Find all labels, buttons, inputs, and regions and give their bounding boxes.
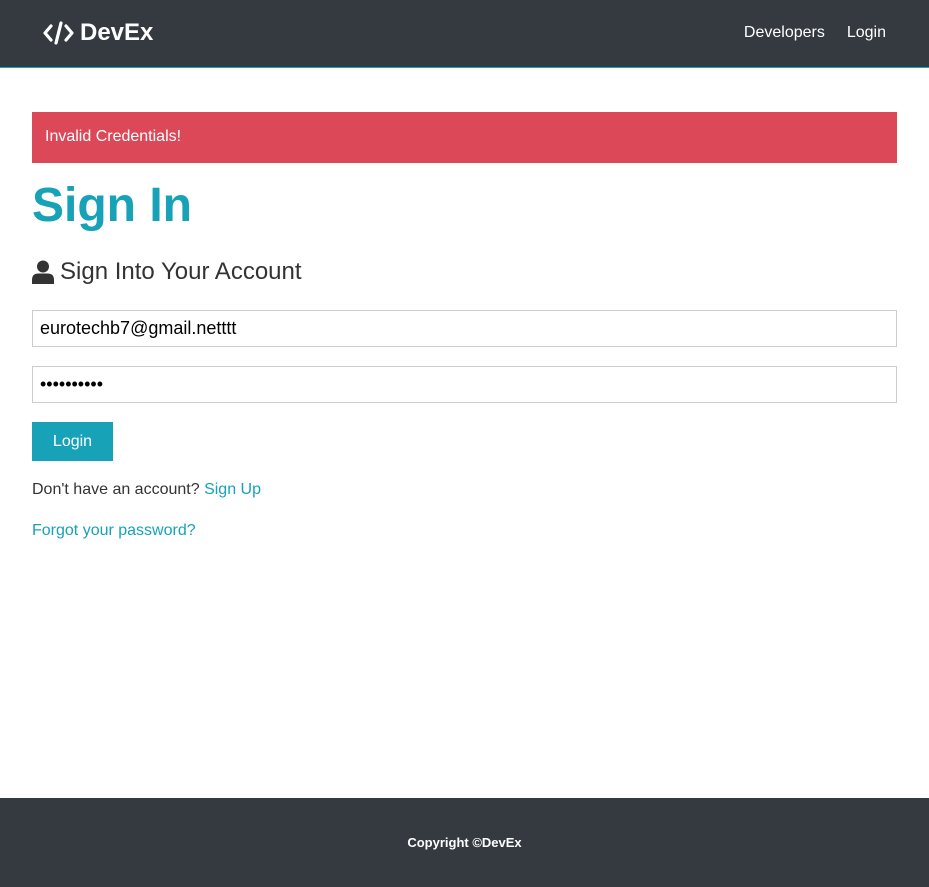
lead-text: Sign Into Your Account — [32, 258, 302, 286]
email-field[interactable] — [32, 310, 897, 347]
nav-links: Developers Login — [744, 24, 886, 42]
signup-link[interactable]: Sign Up — [204, 481, 261, 498]
navbar: DevEx Developers Login — [0, 0, 929, 68]
page-title: Sign In — [32, 179, 192, 232]
lead-label: Sign Into Your Account — [60, 258, 302, 285]
brand-link[interactable]: DevEx — [43, 19, 153, 47]
user-icon — [32, 260, 54, 284]
login-button[interactable]: Login — [32, 422, 113, 461]
forgot-password-link[interactable]: Forgot your password? — [32, 522, 196, 539]
password-field[interactable] — [32, 366, 897, 403]
signup-prompt-text: Don't have an account? — [32, 481, 200, 498]
error-alert: Invalid Credentials! — [32, 112, 897, 163]
nav-link-developers[interactable]: Developers — [744, 24, 825, 42]
nav-link-login[interactable]: Login — [847, 24, 886, 42]
code-icon — [43, 21, 74, 45]
signup-prompt: Don't have an account? Sign Up — [32, 481, 261, 499]
footer: Copyright ©DevEx — [0, 798, 929, 887]
forgot-password-line: Forgot your password? — [32, 522, 196, 540]
brand-name: DevEx — [80, 19, 154, 46]
